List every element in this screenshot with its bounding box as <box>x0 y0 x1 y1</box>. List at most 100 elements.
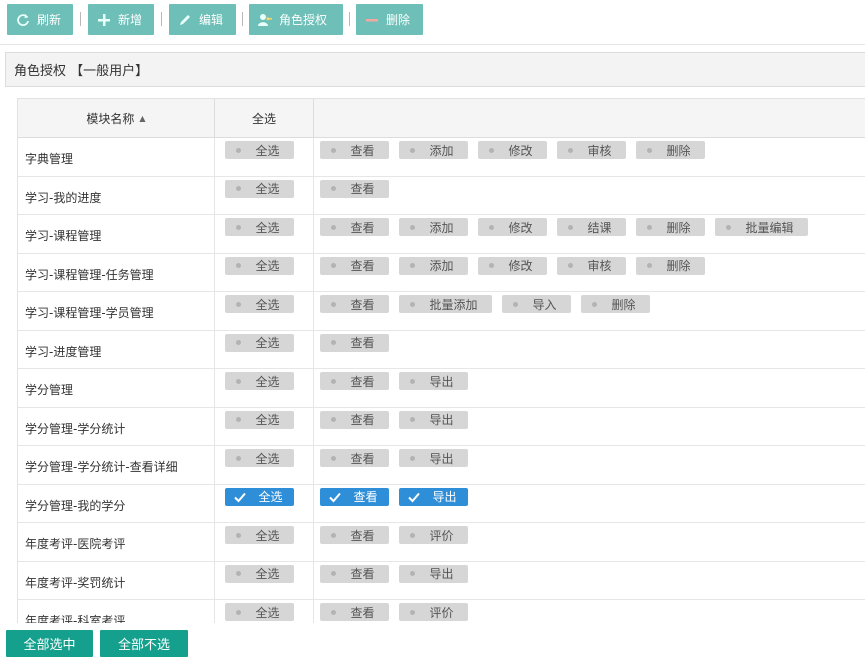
permission-label: 全选 <box>255 528 280 543</box>
module-name: 年度考评-科室考评 <box>18 600 215 623</box>
permission-checkbox[interactable]: 添加 <box>399 141 468 159</box>
row-select-all-checkbox[interactable]: 全选 <box>225 295 294 313</box>
table-row: 学习-我的进度 全选 查看 <box>18 176 865 215</box>
permission-checkbox[interactable]: 删除 <box>636 218 705 236</box>
permission-checkbox[interactable]: 查看 <box>320 410 389 429</box>
permission-label: 添加 <box>429 259 454 273</box>
permission-checkbox[interactable]: 评价 <box>399 603 468 621</box>
permission-checkbox[interactable]: 删除 <box>636 141 705 159</box>
permission-checkbox[interactable]: 添加 <box>399 256 468 275</box>
permission-checkbox[interactable]: 添加 <box>399 218 468 236</box>
permission-label: 结课 <box>587 220 612 235</box>
permission-checkbox[interactable]: 查看 <box>320 256 389 275</box>
row-select-all-checkbox[interactable]: 全选 <box>225 564 294 583</box>
row-select-all-checkbox[interactable]: 全选 <box>225 179 294 198</box>
row-select-all-checkbox[interactable]: 全选 <box>225 449 294 467</box>
permission-label: 全选 <box>255 297 280 312</box>
permission-label: 添加 <box>429 220 454 235</box>
row-select-all-checkbox[interactable]: 全选 <box>225 218 294 236</box>
select-all-cell: 全选 <box>215 330 314 368</box>
permission-checkbox[interactable]: 审核 <box>557 256 626 275</box>
role-authorize-button[interactable]: 角色授权 <box>249 4 343 35</box>
permissions-cell: 查看 <box>314 177 865 215</box>
row-select-all-checkbox[interactable]: 全选 <box>225 333 294 352</box>
permission-label: 全选 <box>255 374 280 389</box>
permission-label: 全选 <box>255 259 280 273</box>
permission-checkbox[interactable]: 查看 <box>320 141 389 159</box>
refresh-label: 刷新 <box>37 13 62 27</box>
add-label: 新增 <box>118 13 143 27</box>
permission-checkbox[interactable]: 查看 <box>320 295 389 313</box>
permission-checkbox[interactable]: 导出 <box>399 372 468 390</box>
row-select-all-checkbox[interactable]: 全选 <box>225 526 294 544</box>
row-select-all-checkbox[interactable]: 全选 <box>225 487 294 506</box>
permission-checkbox[interactable]: 结课 <box>557 218 626 236</box>
permission-checkbox[interactable]: 审核 <box>557 141 626 159</box>
permissions-cell: 查看 添加 修改 审核 删除 <box>314 138 865 176</box>
toolbar-divider <box>80 12 81 26</box>
table-row: 学分管理-学分统计 全选 查看 导出 <box>18 407 865 446</box>
permission-label: 导出 <box>432 490 457 504</box>
select-all-button[interactable]: 全部选中 <box>6 630 93 657</box>
toolbar-divider <box>161 12 162 26</box>
permission-checkbox[interactable]: 查看 <box>320 218 389 236</box>
row-select-all-checkbox[interactable]: 全选 <box>225 410 294 429</box>
column-header-module[interactable]: 模块名称 ▲ <box>18 99 215 137</box>
select-all-cell: 全选 <box>215 446 314 484</box>
permission-checkbox[interactable]: 查看 <box>320 526 389 544</box>
permission-checkbox[interactable]: 修改 <box>478 256 547 275</box>
permission-label: 导出 <box>429 413 454 427</box>
row-select-all-checkbox[interactable]: 全选 <box>225 372 294 390</box>
permission-label: 删除 <box>611 297 636 312</box>
permission-checkbox[interactable]: 导出 <box>399 449 468 467</box>
permission-checkbox[interactable]: 评价 <box>399 526 468 544</box>
permission-label: 删除 <box>666 143 691 158</box>
permission-checkbox[interactable]: 修改 <box>478 218 547 236</box>
permission-checkbox[interactable]: 修改 <box>478 141 547 159</box>
checkmark-icon <box>233 490 247 504</box>
permission-checkbox[interactable]: 查看 <box>320 487 389 506</box>
permission-checkbox[interactable]: 删除 <box>581 295 650 313</box>
permission-checkbox[interactable]: 查看 <box>320 179 389 198</box>
permission-checkbox[interactable]: 导入 <box>502 295 571 313</box>
permission-checkbox[interactable]: 导出 <box>399 487 468 506</box>
select-all-cell: 全选 <box>215 600 314 623</box>
table-row: 学分管理-学分统计-查看详细 全选 查看 导出 <box>18 446 865 485</box>
select-all-cell: 全选 <box>215 369 314 407</box>
module-name: 字典管理 <box>18 138 215 176</box>
add-button[interactable]: 新增 <box>88 4 154 35</box>
select-all-cell: 全选 <box>215 561 314 599</box>
permission-checkbox[interactable]: 导出 <box>399 564 468 583</box>
user-key-icon <box>257 12 273 28</box>
permissions-cell: 查看 添加 修改 结课 删除 批量编辑 <box>314 215 865 253</box>
permission-checkbox[interactable]: 查看 <box>320 372 389 390</box>
row-select-all-checkbox[interactable]: 全选 <box>225 603 294 621</box>
permission-label: 导入 <box>532 297 557 312</box>
permission-label: 添加 <box>429 143 454 158</box>
permission-checkbox[interactable]: 批量编辑 <box>715 218 808 236</box>
permission-checkbox[interactable]: 删除 <box>636 256 705 275</box>
permission-checkbox[interactable]: 批量添加 <box>399 295 492 313</box>
checkmark-icon <box>328 490 342 504</box>
permission-label: 导出 <box>429 451 454 466</box>
edit-button[interactable]: 编辑 <box>169 4 236 35</box>
column-header-select-all[interactable]: 全选 <box>215 99 314 137</box>
delete-button[interactable]: 删除 <box>356 4 423 35</box>
permission-grid[interactable]: 模块名称 ▲ 全选 字典管理 全选 查看 添加 修改 审核 删除 学习-我的进度 全选 查看 学习-… <box>17 98 865 623</box>
permission-checkbox[interactable]: 导出 <box>399 410 468 429</box>
row-select-all-checkbox[interactable]: 全选 <box>225 141 294 159</box>
permission-label: 查看 <box>350 451 375 466</box>
deselect-all-button[interactable]: 全部不选 <box>100 630 188 657</box>
permission-checkbox[interactable]: 查看 <box>320 449 389 467</box>
row-select-all-checkbox[interactable]: 全选 <box>225 256 294 275</box>
refresh-button[interactable]: 刷新 <box>7 4 73 35</box>
permission-checkbox[interactable]: 查看 <box>320 333 389 352</box>
module-name: 年度考评-医院考评 <box>18 523 215 561</box>
role-authorize-label: 角色授权 <box>279 13 328 27</box>
permission-checkbox[interactable]: 查看 <box>320 603 389 621</box>
select-all-cell: 全选 <box>215 253 314 291</box>
module-name: 学习-课程管理-任务管理 <box>18 253 215 291</box>
table-row: 学习-进度管理 全选 查看 <box>18 330 865 369</box>
module-name: 年度考评-奖罚统计 <box>18 561 215 599</box>
permission-checkbox[interactable]: 查看 <box>320 564 389 583</box>
